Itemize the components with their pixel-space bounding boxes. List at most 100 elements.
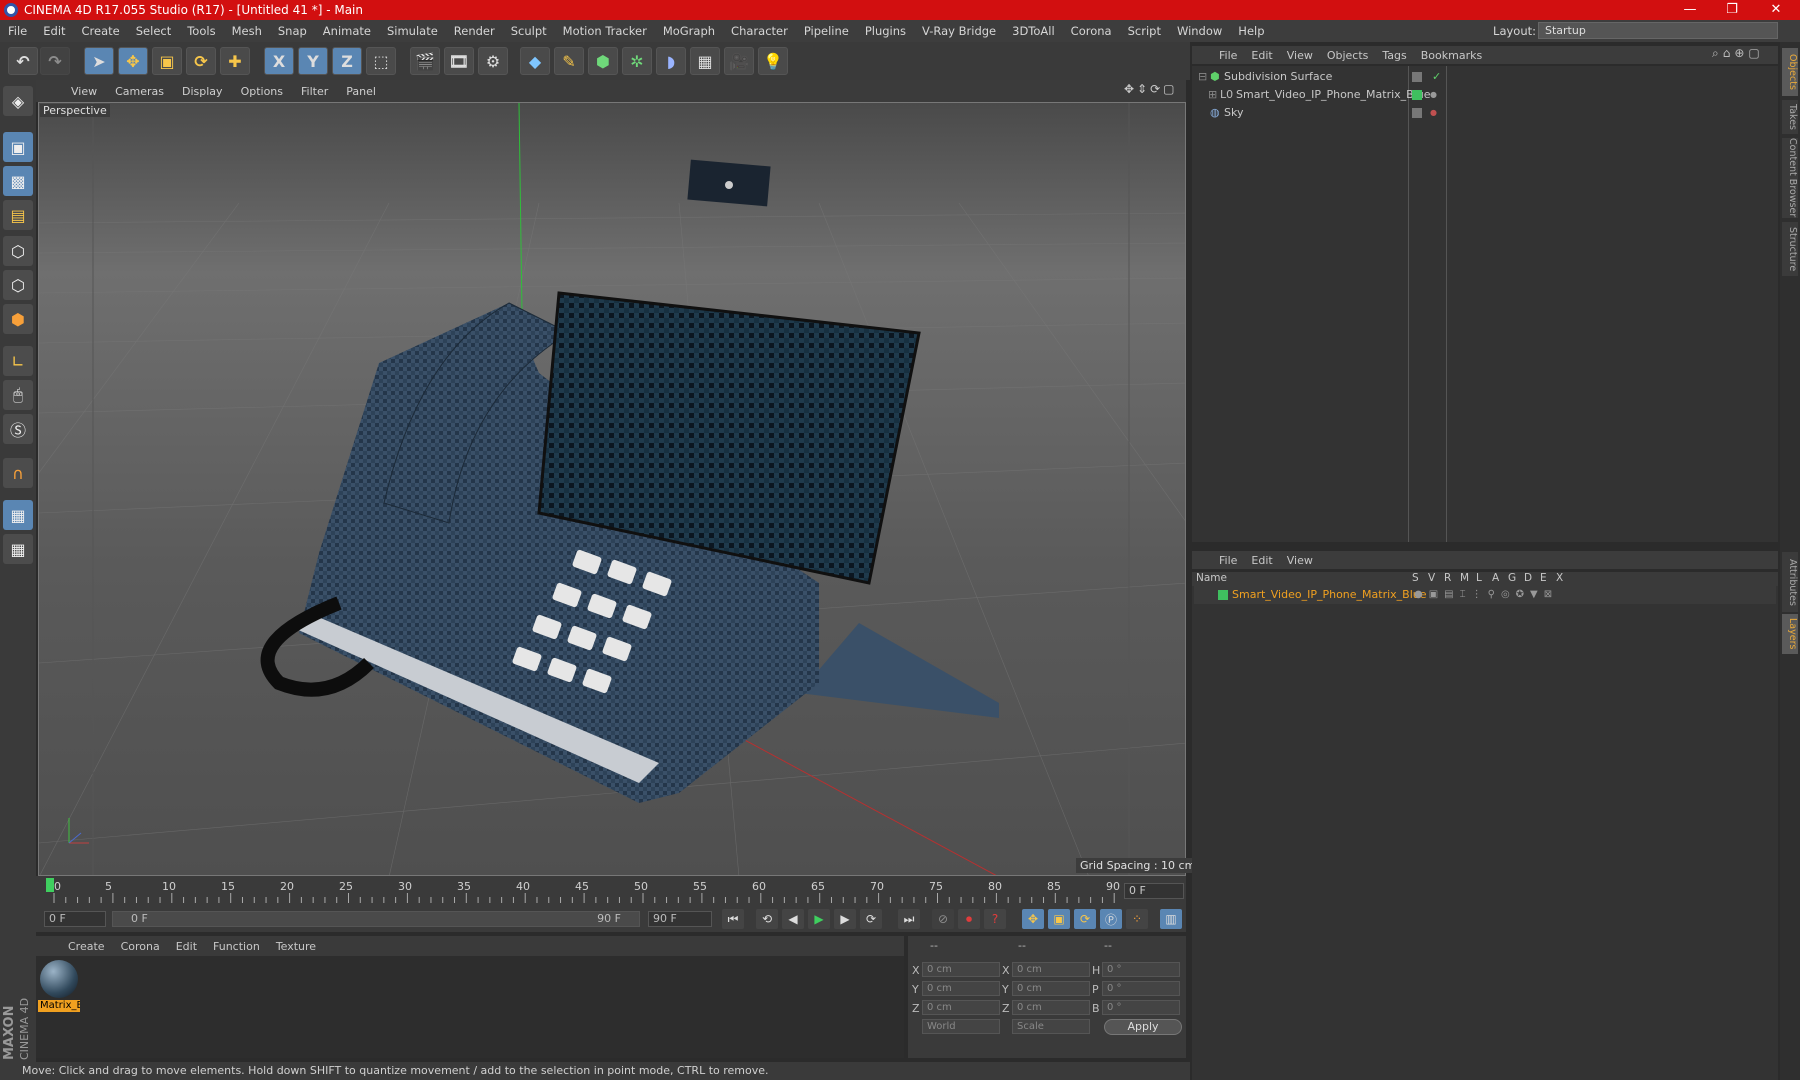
menu-render[interactable]: Render	[446, 24, 503, 38]
viewport-menu-filter[interactable]: Filter	[292, 85, 337, 98]
layout-select[interactable]: Startup	[1538, 22, 1778, 39]
menu-help[interactable]: Help	[1230, 24, 1272, 38]
texture-mode-icon[interactable]: ▩	[3, 166, 33, 196]
menu-window[interactable]: Window	[1169, 24, 1230, 38]
layer-name[interactable]: Smart_Video_IP_Phone_Matrix_Blue	[1232, 586, 1427, 604]
material-menu-corona[interactable]: Corona	[113, 940, 168, 953]
menu-select[interactable]: Select	[128, 24, 179, 38]
menu-create[interactable]: Create	[74, 24, 128, 38]
expand-icon[interactable]: ⊞	[1208, 86, 1217, 104]
menu-mesh[interactable]: Mesh	[224, 24, 270, 38]
size-z-field[interactable]: 0 cm	[1012, 1000, 1090, 1015]
menu-motion-tracker[interactable]: Motion Tracker	[555, 24, 655, 38]
render-picture-viewer-icon[interactable]: 🎞	[444, 47, 474, 75]
undo-icon[interactable]: ↶	[8, 47, 38, 75]
subdivision-surface-icon[interactable]: ⬢	[588, 47, 618, 75]
viewport-menu-cameras[interactable]: Cameras	[106, 85, 173, 98]
current-frame-field[interactable]: 0 F	[1124, 883, 1184, 899]
tab-attributes[interactable]: Attributes	[1782, 552, 1798, 612]
polygons-mode-icon[interactable]: ⬢	[3, 304, 33, 334]
end-frame-field[interactable]: 90 F	[648, 911, 712, 927]
timeline-window-icon[interactable]: ▥	[1160, 909, 1182, 929]
scale-tool-icon[interactable]: ▣	[152, 47, 182, 75]
collapse-icon[interactable]: ⊟	[1198, 68, 1207, 86]
visibility-dots-icon[interactable]: ●	[1430, 86, 1437, 104]
points-mode-icon[interactable]: ⬡	[3, 236, 33, 266]
key-pla-icon[interactable]: ⁘	[1126, 909, 1148, 929]
keyframe-selection-icon[interactable]: ?	[984, 909, 1006, 929]
render-view-icon[interactable]: 🎬	[410, 47, 440, 75]
select-tool-icon[interactable]: ➤	[84, 47, 114, 75]
menu-script[interactable]: Script	[1120, 24, 1169, 38]
layer-menu-view[interactable]: View	[1280, 554, 1320, 567]
solo-mode-icon[interactable]: Ⓢ	[3, 414, 33, 444]
key-position-icon[interactable]: ✥	[1022, 909, 1044, 929]
viewport-menu-panel[interactable]: Panel	[337, 85, 385, 98]
layer-toggle-icons[interactable]: ●▣▤⌶⋮⚲◎✪▼⊠	[1414, 586, 1558, 604]
menu-edit[interactable]: Edit	[35, 24, 73, 38]
minimize-button[interactable]: —	[1670, 0, 1710, 20]
pen-spline-icon[interactable]: ✎	[554, 47, 584, 75]
material-name[interactable]: Matrix_B	[38, 1000, 80, 1012]
viewport-nav-icons[interactable]: ✥⇕⟳▢	[1124, 82, 1184, 100]
object-row[interactable]: ⊞ L0 Smart_Video_IP_Phone_Matrix_Blue ●	[1194, 86, 1776, 104]
perspective-viewport[interactable]	[38, 102, 1186, 876]
lock-workplane-icon[interactable]: ▦	[3, 500, 33, 530]
object-row[interactable]: ◍ Sky ●	[1194, 104, 1776, 122]
layer-tag-icon[interactable]	[1412, 108, 1422, 118]
menu-3dtoall[interactable]: 3DToAll	[1004, 24, 1063, 38]
planar-workplane-icon[interactable]: ▦	[3, 534, 33, 564]
autokey-icon[interactable]: ⏺	[958, 909, 980, 929]
menu-corona[interactable]: Corona	[1063, 24, 1120, 38]
menu-snap[interactable]: Snap	[270, 24, 315, 38]
redo-icon[interactable]: ↷	[40, 47, 70, 75]
material-preview[interactable]	[40, 960, 78, 998]
object-menu-objects[interactable]: Objects	[1320, 49, 1376, 62]
size-mode-select[interactable]: Scale	[1012, 1019, 1090, 1034]
floor-object-icon[interactable]: ▦	[690, 47, 720, 75]
next-frame-icon[interactable]: ▶	[834, 909, 856, 929]
tab-content-browser[interactable]: Content Browser	[1782, 138, 1798, 218]
rotation-b-field[interactable]: 0 °	[1102, 1000, 1180, 1015]
rotation-p-field[interactable]: 0 °	[1102, 981, 1180, 996]
menu-animate[interactable]: Animate	[315, 24, 379, 38]
axis-mode-icon[interactable]: ∟	[3, 346, 33, 376]
object-menu-edit[interactable]: Edit	[1244, 49, 1279, 62]
material-menu-texture[interactable]: Texture	[268, 940, 324, 953]
menu-sculpt[interactable]: Sculpt	[503, 24, 555, 38]
play-icon[interactable]: ▶	[808, 909, 830, 929]
viewport-menu-display[interactable]: Display	[173, 85, 232, 98]
menu-character[interactable]: Character	[723, 24, 796, 38]
apply-button[interactable]: Apply	[1104, 1019, 1182, 1035]
menu-plugins[interactable]: Plugins	[857, 24, 914, 38]
previous-frame-icon[interactable]: ◀	[782, 909, 804, 929]
go-to-end-icon[interactable]: ⏭	[898, 909, 920, 929]
y-axis-lock-button[interactable]: Y	[298, 47, 328, 75]
edges-mode-icon[interactable]: ⬡	[3, 270, 33, 300]
menu-file[interactable]: File	[0, 24, 35, 38]
object-menu-tags[interactable]: Tags	[1375, 49, 1413, 62]
object-manager-nav-icons[interactable]: ⌕⌂⊕▢	[1712, 46, 1776, 64]
next-key-icon[interactable]: ⟳	[860, 909, 882, 929]
menu-tools[interactable]: Tools	[179, 24, 223, 38]
snap-icon[interactable]: ∩	[3, 458, 33, 488]
tab-layers[interactable]: Layers	[1782, 614, 1798, 654]
previous-key-icon[interactable]: ⟲	[756, 909, 778, 929]
tab-objects[interactable]: Objects	[1782, 48, 1798, 96]
object-row[interactable]: ⊟ ⬢ Subdivision Surface ✓	[1194, 68, 1776, 86]
x-axis-lock-button[interactable]: X	[264, 47, 294, 75]
camera-icon[interactable]: 🎥	[724, 47, 754, 75]
move-tool-icon[interactable]: ✥	[118, 47, 148, 75]
material-menu-function[interactable]: Function	[205, 940, 268, 953]
render-settings-icon[interactable]: ⚙	[478, 47, 508, 75]
restore-button[interactable]: ❐	[1712, 0, 1752, 20]
key-rotation-icon[interactable]: ⟳	[1074, 909, 1096, 929]
key-scale-icon[interactable]: ▣	[1048, 909, 1070, 929]
position-x-field[interactable]: 0 cm	[922, 962, 1000, 977]
light-icon[interactable]: 💡	[758, 47, 788, 75]
layer-row[interactable]: Smart_Video_IP_Phone_Matrix_Blue ●▣▤⌶⋮⚲◎…	[1194, 586, 1776, 604]
playhead-marker[interactable]	[46, 878, 54, 892]
size-y-field[interactable]: 0 cm	[1012, 981, 1090, 996]
tab-structure[interactable]: Structure	[1782, 222, 1798, 276]
close-button[interactable]: ✕	[1756, 0, 1796, 20]
